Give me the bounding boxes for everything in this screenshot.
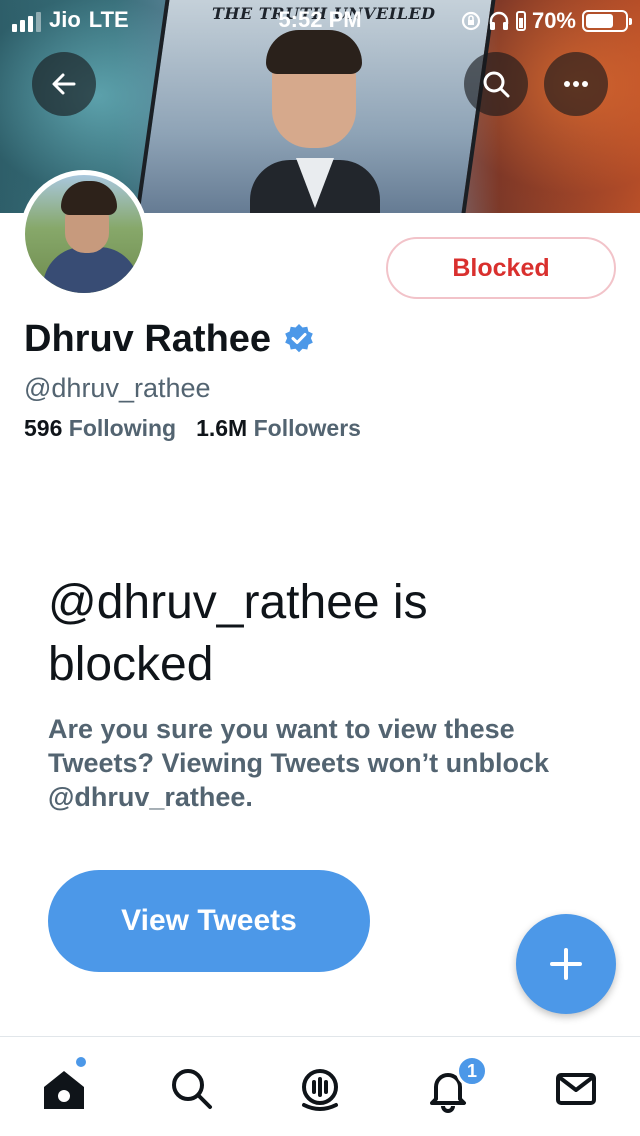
view-tweets-button[interactable]: View Tweets	[48, 870, 370, 972]
followers-count: 1.6M	[196, 415, 248, 441]
more-horizontal-icon	[564, 81, 588, 87]
blocked-notice-title: @dhruv_rathee is blocked	[48, 576, 428, 691]
search-icon	[483, 71, 510, 98]
avatar-hair	[61, 181, 117, 215]
nav-messages[interactable]	[548, 1061, 604, 1117]
arrow-left-icon	[52, 73, 76, 95]
compose-tweet-button[interactable]	[516, 914, 616, 1014]
status-bar: Jio LTE 5:52 PM 70%	[0, 0, 640, 40]
home-unread-dot	[74, 1055, 88, 1069]
battery-percentage: 70%	[531, 8, 576, 33]
banner-portrait	[250, 30, 380, 213]
spaces-icon	[302, 1069, 338, 1111]
blocked-notice-description: Are you sure you want to view these Twee…	[48, 714, 550, 812]
plus-icon	[550, 948, 582, 980]
search-button[interactable]	[464, 52, 528, 116]
following-stat[interactable]: 596 Following	[24, 414, 176, 442]
bottom-nav: 1	[0, 1036, 640, 1136]
orientation-lock-icon	[460, 10, 482, 32]
avatar[interactable]	[20, 170, 148, 298]
followers-stat[interactable]: 1.6M Followers	[196, 414, 361, 442]
headphones-icon	[488, 10, 510, 32]
profile-handle: @dhruv_rathee	[24, 373, 211, 403]
nav-search[interactable]	[164, 1061, 220, 1117]
nav-spaces[interactable]	[292, 1061, 348, 1117]
following-label: Following	[68, 415, 177, 441]
more-options-button[interactable]	[544, 52, 608, 116]
view-tweets-button-label: View Tweets	[121, 904, 297, 937]
battery-saver-icon	[515, 10, 526, 32]
blocked-button[interactable]: Blocked	[386, 237, 616, 299]
display-name-text: Dhruv Rathee	[24, 318, 272, 360]
avatar-body	[43, 247, 139, 293]
home-icon	[44, 1071, 84, 1109]
battery-level-fill	[586, 14, 613, 28]
profile-display-name: Dhruv Rathee	[24, 316, 315, 362]
status-bar-right: 70%	[460, 8, 632, 34]
profile-stats: 596 Following 1.6M Followers	[24, 414, 361, 442]
following-count: 596	[24, 415, 63, 441]
mail-icon	[556, 1073, 596, 1105]
blocked-button-label: Blocked	[452, 253, 550, 282]
search-icon	[172, 1069, 212, 1109]
battery-icon	[582, 10, 632, 32]
notifications-badge: 1	[456, 1055, 488, 1087]
verified-badge-icon	[285, 324, 313, 353]
followers-label: Followers	[253, 415, 361, 441]
back-button[interactable]	[32, 52, 96, 116]
nav-home[interactable]	[36, 1061, 92, 1117]
